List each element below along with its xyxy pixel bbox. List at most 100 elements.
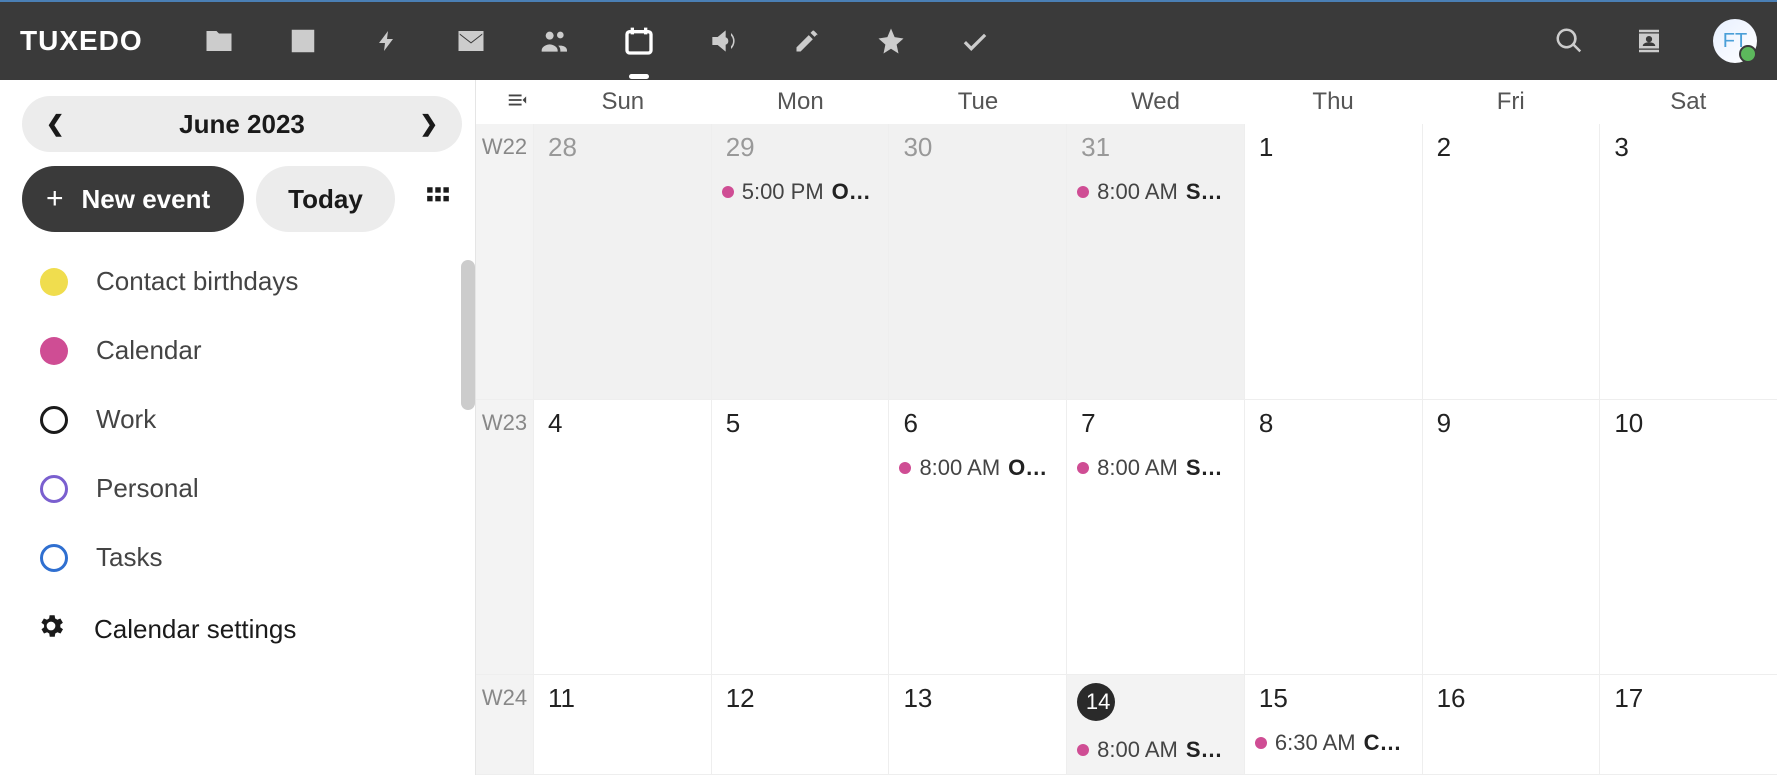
event-title: S… bbox=[1186, 179, 1223, 205]
contacts-icon[interactable] bbox=[1633, 25, 1665, 57]
day-number: 10 bbox=[1610, 408, 1767, 439]
day-cell[interactable]: 6 8:00 AM O… bbox=[889, 400, 1067, 675]
next-month-button[interactable]: ❯ bbox=[420, 111, 438, 137]
week-row: W2228295:00 PMO…30318:00 AMS…123 bbox=[476, 124, 1777, 400]
day-number: 28 bbox=[544, 132, 701, 163]
day-cell[interactable]: 7 8:00 AMS… bbox=[1067, 400, 1245, 675]
calendar-event[interactable]: 5:00 PMO… bbox=[722, 179, 879, 205]
day-number: 12 bbox=[722, 683, 879, 714]
calendar-item-label: Contact birthdays bbox=[96, 266, 298, 297]
day-header-row: SunMonTueWedThuFriSat bbox=[476, 80, 1777, 124]
event-time: 8:00 AM bbox=[919, 455, 1000, 481]
day-cell[interactable]: 3 bbox=[1600, 124, 1777, 399]
event-time: 6:30 AM bbox=[1275, 730, 1356, 756]
event-title: O… bbox=[1008, 455, 1047, 481]
day-number: 7 bbox=[1077, 408, 1234, 439]
search-icon[interactable] bbox=[1553, 25, 1585, 57]
calendar-event[interactable]: 8:00 AMS… bbox=[1077, 455, 1234, 481]
month-title: June 2023 bbox=[179, 109, 305, 140]
calendar-item[interactable]: Personal bbox=[40, 473, 459, 504]
event-title: S… bbox=[1186, 737, 1223, 763]
event-color-dot bbox=[1077, 462, 1089, 474]
calendar-color-swatch bbox=[40, 268, 68, 296]
collapse-sidebar-icon[interactable] bbox=[506, 89, 528, 116]
day-cell[interactable]: 8 bbox=[1245, 400, 1423, 675]
day-number: 17 bbox=[1610, 683, 1767, 714]
day-cell[interactable]: 11 bbox=[534, 675, 712, 774]
new-event-button[interactable]: +New event bbox=[22, 166, 244, 232]
day-cell[interactable]: 13 bbox=[889, 675, 1067, 774]
calendar-event[interactable]: 8:00 AM S… bbox=[1077, 737, 1234, 763]
day-cell[interactable]: 295:00 PMO… bbox=[712, 124, 890, 399]
image-icon[interactable] bbox=[287, 25, 319, 57]
calendar-item-label: Calendar bbox=[96, 335, 202, 366]
day-cell[interactable]: 12 bbox=[712, 675, 890, 774]
day-cell[interactable]: 4 bbox=[534, 400, 712, 675]
prev-month-button[interactable]: ❮ bbox=[46, 111, 64, 137]
event-color-dot bbox=[1077, 186, 1089, 198]
topbar-right: FT bbox=[1553, 19, 1757, 63]
calendar-item[interactable]: Work bbox=[40, 404, 459, 435]
star-icon[interactable] bbox=[875, 25, 907, 57]
day-cell[interactable]: 28 bbox=[534, 124, 712, 399]
calendar-item[interactable]: Tasks bbox=[40, 542, 459, 573]
speaker-icon[interactable] bbox=[707, 25, 739, 57]
pencil-icon[interactable] bbox=[791, 25, 823, 57]
mail-icon[interactable] bbox=[455, 25, 487, 57]
day-cell[interactable]: 30 bbox=[889, 124, 1067, 399]
day-number: 14 bbox=[1077, 683, 1115, 721]
day-cell[interactable]: 156:30 AMC… bbox=[1245, 675, 1423, 774]
day-cell[interactable]: 2 bbox=[1423, 124, 1601, 399]
day-cell[interactable]: 17 bbox=[1600, 675, 1777, 774]
week-number: W24 bbox=[476, 675, 534, 774]
day-cell[interactable]: 1 bbox=[1245, 124, 1423, 399]
today-button[interactable]: Today bbox=[256, 166, 395, 232]
day-number: 6 bbox=[899, 408, 1056, 439]
calendar-item[interactable]: Contact birthdays bbox=[40, 266, 459, 297]
scrollbar-thumb[interactable] bbox=[461, 260, 475, 410]
event-time: 8:00 AM bbox=[1097, 737, 1178, 763]
day-cell[interactable]: 318:00 AMS… bbox=[1067, 124, 1245, 399]
day-cell[interactable]: 5 bbox=[712, 400, 890, 675]
day-number: 5 bbox=[722, 408, 879, 439]
calendar-event[interactable]: 8:00 AM S… bbox=[1077, 179, 1234, 205]
calendar-item-label: Tasks bbox=[96, 542, 162, 573]
event-time: 8:00 AM bbox=[1097, 179, 1178, 205]
day-number: 3 bbox=[1610, 132, 1767, 163]
topbar: TUXEDO FT bbox=[0, 2, 1777, 80]
day-number: 9 bbox=[1433, 408, 1590, 439]
month-nav: ❮ June 2023 ❯ bbox=[22, 96, 462, 152]
day-cell[interactable]: 10 bbox=[1600, 400, 1777, 675]
day-cell[interactable]: 9 bbox=[1423, 400, 1601, 675]
week-number: W22 bbox=[476, 124, 534, 399]
event-color-dot bbox=[1255, 737, 1267, 749]
day-header: Tue bbox=[889, 88, 1067, 116]
calendar-list: Contact birthdays Calendar Work Personal Tas… bbox=[22, 266, 459, 573]
week-row: W23456 8:00 AM O… 7 8:00 AMS… 89 10 bbox=[476, 400, 1777, 676]
people-icon[interactable] bbox=[539, 25, 571, 57]
event-color-dot bbox=[1077, 744, 1089, 756]
day-header: Thu bbox=[1244, 88, 1422, 116]
day-cell[interactable]: 14 8:00 AM S… bbox=[1067, 675, 1245, 774]
weeks-container: W2228295:00 PMO…30318:00 AMS…123W234568:… bbox=[476, 124, 1777, 775]
week-number: W23 bbox=[476, 400, 534, 675]
calendar-icon[interactable] bbox=[623, 25, 655, 57]
check-icon[interactable] bbox=[959, 25, 991, 57]
calendar-event[interactable]: 8:00 AM O… bbox=[899, 455, 1056, 481]
calendar-settings-button[interactable]: Calendar settings bbox=[22, 611, 459, 648]
calendar-color-swatch bbox=[40, 406, 68, 434]
day-number: 8 bbox=[1255, 408, 1412, 439]
calendar-event[interactable]: 6:30 AMC… bbox=[1255, 730, 1412, 756]
day-cell[interactable]: 16 bbox=[1423, 675, 1601, 774]
action-row: +New event Today bbox=[22, 166, 459, 232]
view-grid-icon[interactable] bbox=[425, 184, 451, 215]
calendar-item[interactable]: Calendar bbox=[40, 335, 459, 366]
event-title: O… bbox=[832, 179, 871, 205]
bolt-icon[interactable] bbox=[371, 25, 403, 57]
brand-logo[interactable]: TUXEDO bbox=[20, 25, 143, 57]
event-title: S… bbox=[1186, 455, 1223, 481]
folder-icon[interactable] bbox=[203, 25, 235, 57]
day-number: 16 bbox=[1433, 683, 1590, 714]
new-event-label: New event bbox=[82, 184, 211, 215]
avatar[interactable]: FT bbox=[1713, 19, 1757, 63]
